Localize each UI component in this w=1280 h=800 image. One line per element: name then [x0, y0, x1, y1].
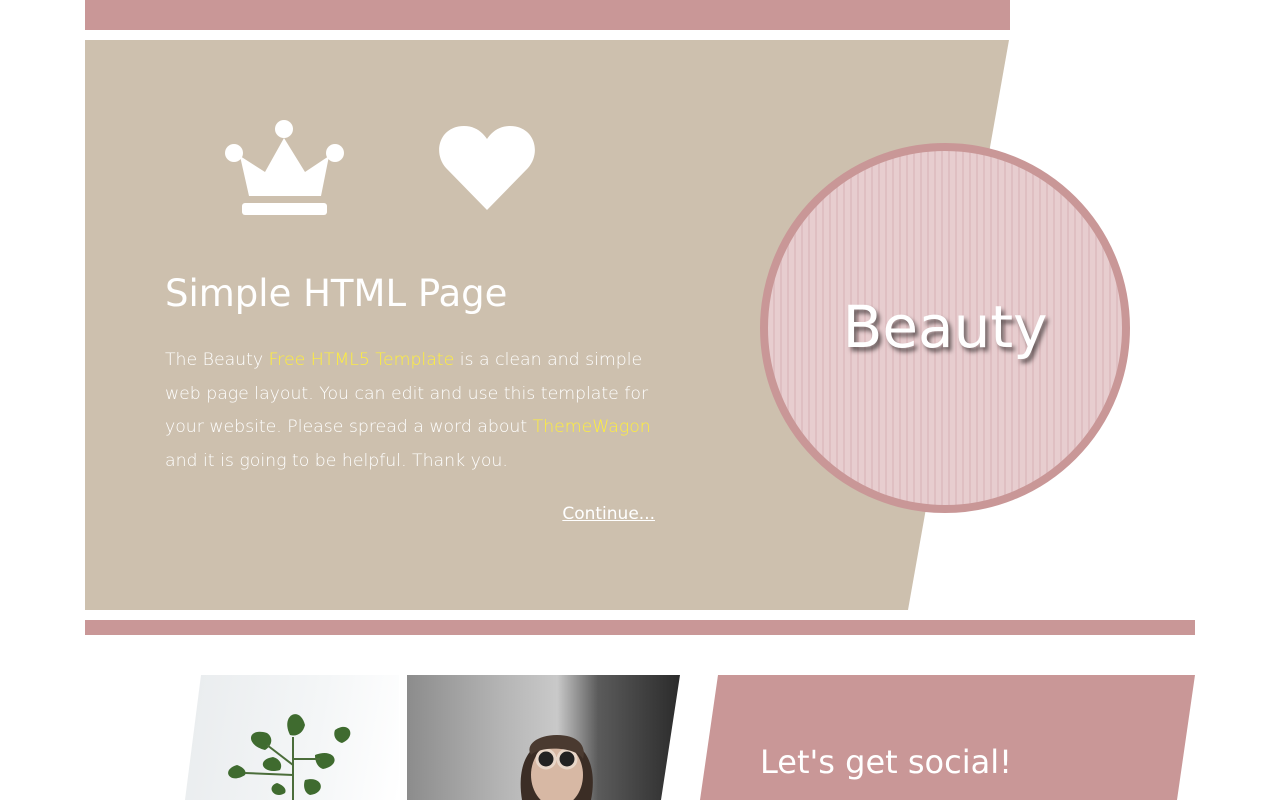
- hero-text-part: and it is going to be helpful. Thank you…: [165, 450, 508, 471]
- themewagon-link[interactable]: ThemeWagon: [533, 417, 651, 437]
- crown-icon: [225, 120, 344, 215]
- hero-title: Simple HTML Page: [165, 272, 508, 315]
- woman-photo: [407, 675, 680, 800]
- hero-description: The Beauty Free HTML5 Template is a clea…: [165, 344, 660, 478]
- beauty-circle: Beauty: [760, 143, 1130, 513]
- plant-photo: [185, 675, 399, 800]
- top-accent-strip: [85, 0, 1010, 30]
- middle-accent-strip: [85, 620, 1195, 635]
- plant-illustration: [228, 714, 351, 800]
- social-panel: [700, 675, 1195, 800]
- continue-link[interactable]: Continue...: [560, 504, 655, 524]
- woman-illustration: [520, 735, 593, 800]
- hero-text-part: The Beauty: [165, 350, 269, 370]
- social-title: Let's get social!: [760, 743, 1012, 781]
- heart-icon: [439, 126, 535, 210]
- beauty-label: Beauty: [842, 293, 1048, 361]
- free-template-link[interactable]: Free HTML5 Template: [269, 350, 455, 370]
